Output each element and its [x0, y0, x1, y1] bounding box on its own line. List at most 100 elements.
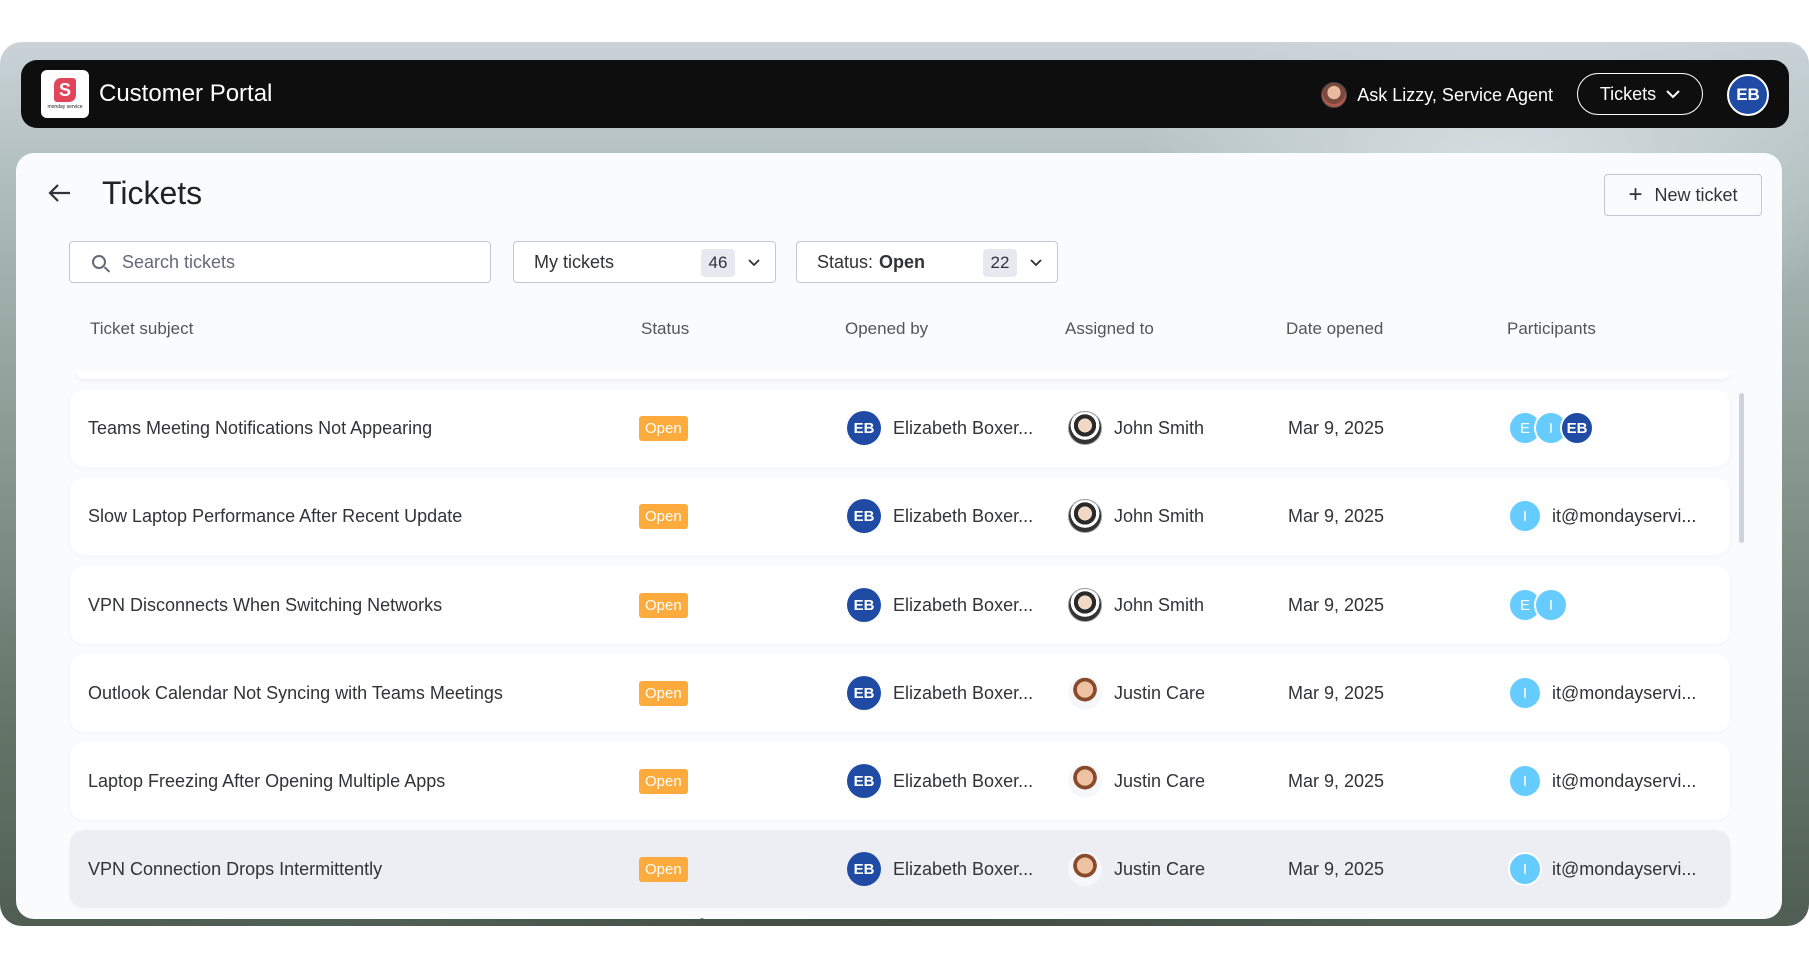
header-ticket-subject[interactable]: Ticket subject [90, 319, 193, 339]
my-tickets-label: My tickets [534, 251, 615, 272]
participant-avatars: I [1508, 676, 1542, 710]
table-row[interactable]: VPN Disconnects When Switching Networks O… [70, 566, 1730, 644]
ticket-subject[interactable]: VPN Connection Drops Intermittently [88, 830, 382, 908]
pointer-cursor-icon [700, 918, 704, 919]
status-cell: Open [639, 566, 688, 644]
logo-mark-icon: S [54, 78, 76, 102]
plus-icon: + [1628, 181, 1643, 208]
status-cell: Open [639, 830, 688, 908]
opened-by-name: Elizabeth Boxer... [893, 770, 1034, 791]
status-cell: Open [639, 742, 688, 820]
date-opened: Mar 9, 2025 [1288, 682, 1385, 703]
logo-text: monday service [47, 104, 83, 110]
participant-avatars: I [1508, 852, 1542, 886]
status-badge: Open [639, 415, 688, 441]
ticket-subject[interactable]: VPN Disconnects When Switching Networks [88, 566, 442, 644]
justin-care-avatar [1068, 852, 1102, 886]
participant-avatar[interactable]: I [1508, 499, 1542, 533]
participants-cell: Iit@mondayservi... [1508, 654, 1696, 732]
status-badge: Open [639, 768, 688, 794]
john-smith-avatar [1068, 588, 1102, 622]
chevron-down-icon [1030, 259, 1042, 267]
status-cell: Open [639, 389, 688, 467]
header-opened-by[interactable]: Opened by [845, 319, 928, 339]
participant-avatar[interactable]: I [1508, 764, 1542, 798]
justin-care-avatar [1068, 676, 1102, 710]
tickets-menu-label: Tickets [1599, 83, 1657, 104]
search-input[interactable]: Search tickets [69, 241, 491, 283]
top-navigation-bar: S monday service Customer Portal Ask Liz… [21, 60, 1789, 128]
header-status[interactable]: Status [641, 319, 689, 339]
participant-email: it@mondayservi... [1552, 770, 1697, 791]
table-divider [76, 371, 1730, 379]
justin-care-avatar [1068, 764, 1102, 798]
participant-avatar[interactable]: I [1508, 852, 1542, 886]
opened-by-name: Elizabeth Boxer... [893, 858, 1034, 879]
status-badge: Open [639, 680, 688, 706]
tickets-menu-button[interactable]: Tickets [1577, 73, 1703, 115]
new-ticket-button[interactable]: + New ticket [1604, 174, 1762, 216]
opened-by-cell: EB Elizabeth Boxer... [847, 477, 1033, 555]
opened-by-cell: EB Elizabeth Boxer... [847, 654, 1033, 732]
opener-avatar: EB [847, 676, 881, 710]
date-opened: Mar 9, 2025 [1288, 594, 1385, 615]
table-row[interactable]: Teams Meeting Notifications Not Appearin… [70, 389, 1730, 467]
opened-by-name: Elizabeth Boxer... [893, 594, 1034, 615]
participant-avatar[interactable]: I [1508, 676, 1542, 710]
table-header: Ticket subject Status Opened by Assigned… [16, 313, 1782, 343]
table-row[interactable]: Outlook Calendar Not Syncing with Teams … [70, 654, 1730, 732]
participant-avatars: EI [1508, 588, 1568, 622]
participant-avatar[interactable]: EB [1560, 411, 1594, 445]
opened-by-name: Elizabeth Boxer... [893, 417, 1034, 438]
status-filter[interactable]: Status: Open 22 [796, 241, 1058, 283]
participants-cell: E I EB [1508, 389, 1594, 467]
participant-avatar[interactable]: I [1534, 588, 1568, 622]
assigned-to-cell: John Smith [1068, 389, 1204, 467]
opened-by-cell: EB Elizabeth Boxer... [847, 566, 1033, 644]
participant-email: it@mondayservi... [1552, 682, 1697, 703]
back-arrow-icon[interactable] [46, 179, 74, 207]
table-row[interactable]: Slow Laptop Performance After Recent Upd… [70, 477, 1730, 555]
chevron-down-icon [1666, 90, 1680, 99]
new-ticket-label: New ticket [1654, 184, 1738, 205]
participant-avatars: I [1508, 499, 1542, 533]
header-participants[interactable]: Participants [1507, 319, 1596, 339]
table-row[interactable]: Laptop Freezing After Opening Multiple A… [70, 742, 1730, 820]
assigned-to-name: Justin Care [1114, 858, 1206, 879]
status-badge: Open [639, 503, 688, 529]
search-placeholder: Search tickets [122, 251, 236, 272]
search-icon [92, 255, 106, 269]
header-date-opened[interactable]: Date opened [1286, 319, 1383, 339]
vertical-scrollbar[interactable] [1739, 393, 1744, 543]
lizzy-avatar-icon [1321, 82, 1348, 108]
ticket-subject[interactable]: Teams Meeting Notifications Not Appearin… [88, 389, 432, 467]
opened-by-cell: EB Elizabeth Boxer... [847, 742, 1033, 820]
participants-cell: Iit@mondayservi... [1508, 477, 1696, 555]
header-assigned-to[interactable]: Assigned to [1065, 319, 1154, 339]
participant-avatars: E I EB [1508, 411, 1594, 445]
opener-avatar: EB [847, 588, 881, 622]
ticket-subject[interactable]: Slow Laptop Performance After Recent Upd… [88, 477, 462, 555]
ask-lizzy-agent-button[interactable]: Ask Lizzy, Service Agent [1321, 82, 1553, 108]
table-row[interactable]: VPN Connection Drops Intermittently Open E… [70, 830, 1730, 908]
date-opened: Mar 9, 2025 [1288, 417, 1385, 438]
monday-service-logo[interactable]: S monday service [41, 70, 89, 118]
assigned-to-name: John Smith [1114, 417, 1205, 438]
assigned-to-cell: Justin Care [1068, 654, 1205, 732]
assigned-to-name: Justin Care [1114, 682, 1206, 703]
opener-avatar: EB [847, 499, 881, 533]
ticket-subject[interactable]: Outlook Calendar Not Syncing with Teams … [88, 654, 503, 732]
participant-avatars: I [1508, 764, 1542, 798]
john-smith-avatar [1068, 411, 1102, 445]
assigned-to-name: John Smith [1114, 505, 1205, 526]
participants-cell: EI [1508, 566, 1568, 644]
my-tickets-filter[interactable]: My tickets 46 [513, 241, 776, 283]
assigned-to-cell: Justin Care [1068, 830, 1205, 908]
participants-cell: Iit@mondayservi... [1508, 742, 1696, 820]
ticket-subject[interactable]: Laptop Freezing After Opening Multiple A… [88, 742, 445, 820]
user-avatar[interactable]: EB [1727, 74, 1769, 116]
opener-avatar: EB [847, 764, 881, 798]
date-opened: Mar 9, 2025 [1288, 770, 1385, 791]
opened-by-cell: EB Elizabeth Boxer... [847, 389, 1033, 467]
status-cell: Open [639, 477, 688, 555]
